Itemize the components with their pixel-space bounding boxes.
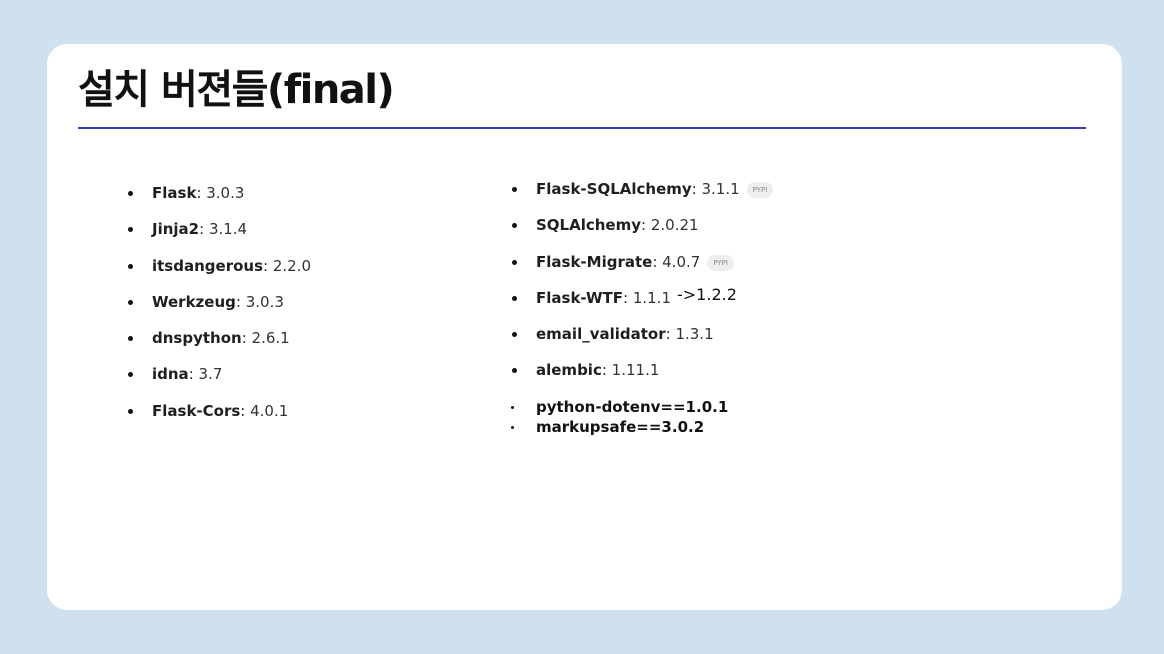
- list-item: dnspython: 2.6.1: [128, 329, 311, 365]
- slide-title: 설치 버젼들(final): [78, 67, 395, 113]
- list-item: Flask-WTF: 1.1.1: [511, 288, 773, 325]
- package-version: 2.6.1: [251, 329, 290, 348]
- package-version: 2.2.0: [272, 256, 311, 275]
- package-version: 3.1.1: [701, 180, 740, 198]
- package-name: Flask-WTF: [536, 288, 623, 307]
- package-version: 3.0.3: [245, 292, 284, 311]
- right-package-list: Flask-SQLAlchemy: 3.1.1 PYPI SQLAlchemy: …: [511, 180, 774, 398]
- package-name: idna: [152, 365, 189, 384]
- package-name: itsdangerous: [152, 256, 263, 275]
- list-item: Jinja2: 3.1.4: [128, 220, 311, 256]
- package-version: 1.11.1: [611, 361, 660, 380]
- list-item: Flask-SQLAlchemy: 3.1.1 PYPI: [511, 180, 774, 216]
- package-name: SQLAlchemy: [536, 216, 642, 235]
- pypi-badge[interactable]: PYPI: [746, 182, 774, 198]
- package-name: alembic: [536, 361, 602, 380]
- package-name: Jinja2: [152, 220, 200, 239]
- list-item: email_validator: 1.3.1: [511, 325, 773, 361]
- pypi-badge[interactable]: PYPI: [707, 254, 734, 271]
- left-package-list: Flask: 3.0.3 Jinja2: 3.1.4 itsdangerous:…: [128, 184, 311, 438]
- package-version: 2.0.21: [650, 216, 699, 235]
- extra-package-list: python-dotenv==1.0.1 markupsafe==3.0.2: [510, 398, 729, 438]
- list-item: markupsafe==3.0.2: [510, 418, 728, 438]
- list-item: itsdangerous: 2.2.0: [128, 256, 311, 293]
- list-item: Werkzeug: 3.0.3: [128, 292, 311, 329]
- list-item: Flask-Cors: 4.0.1: [128, 401, 311, 438]
- list-item: SQLAlchemy: 2.0.21: [511, 216, 773, 252]
- list-item: Flask: 3.0.3: [128, 184, 311, 220]
- package-name: Flask-Cors: [152, 401, 241, 420]
- list-item: alembic: 1.11.1: [511, 361, 773, 397]
- package-name: Flask-Migrate: [536, 252, 653, 271]
- package-name: dnspython: [152, 329, 242, 348]
- list-item: idna: 3.7: [128, 365, 311, 401]
- upgrade-note: ->1.2.2: [677, 285, 737, 304]
- package-name: Flask: [152, 184, 197, 202]
- package-name: email_validator: [536, 325, 666, 344]
- package-version: 3.7: [198, 365, 223, 384]
- slide-card: 설치 버젼들(final) Flask: 3.0.3 Jinja2: 3.1.4…: [47, 44, 1122, 610]
- list-item: python-dotenv==1.0.1: [510, 398, 729, 416]
- package-version: 3.0.3: [206, 184, 245, 202]
- package-name: Werkzeug: [152, 292, 236, 311]
- package-version: 3.1.4: [208, 220, 248, 239]
- package-version: 1.1.1: [632, 288, 671, 307]
- package-version: 4.0.7: [662, 252, 701, 271]
- list-item: Flask-Migrate: 4.0.7 PYPI: [511, 252, 773, 289]
- package-version: 4.0.1: [250, 401, 289, 420]
- package-version: 1.3.1: [675, 325, 714, 344]
- package-name: Flask-SQLAlchemy: [536, 180, 692, 198]
- title-underline: [78, 127, 1086, 129]
